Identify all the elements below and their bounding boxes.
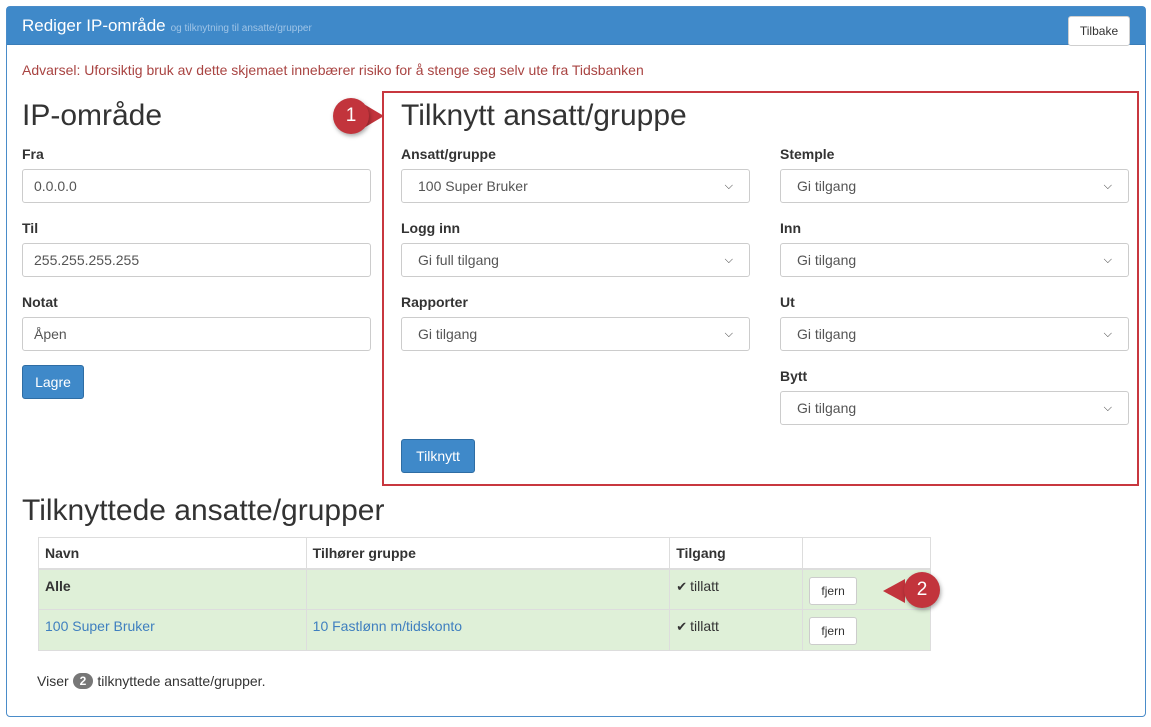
chevron-down-icon: ⌵ (724, 327, 733, 340)
chevron-down-icon: ⌵ (724, 179, 733, 192)
remove-button[interactable]: fjern (809, 576, 858, 605)
login-label: Logg inn (401, 220, 461, 236)
reports-select[interactable]: Gi tilgang ⌵ (401, 317, 750, 351)
assign-section-title: Tilknytt ansatt/gruppe (401, 99, 687, 132)
stamp-select[interactable]: Gi tilgang ⌵ (780, 169, 1129, 203)
chevron-down-icon: ⌵ (724, 253, 733, 266)
panel-header: Rediger IP-område og tilknytning til ansa… (7, 7, 1145, 46)
cell-group: 10 Fastlønn m/tidskonto (305, 609, 671, 651)
check-icon: ✔ (676, 619, 688, 634)
in-select-value: Gi tilgang (797, 252, 857, 268)
reports-select-value: Gi tilgang (418, 326, 478, 342)
stamp-label: Stemple (780, 146, 835, 162)
login-select-value: Gi full tilgang (418, 252, 499, 268)
to-label: Til (22, 220, 39, 236)
employee-link[interactable]: 100 Super Bruker (45, 618, 155, 634)
back-button[interactable]: Tilbake (1068, 16, 1130, 46)
remove-button[interactable]: fjern (809, 617, 858, 645)
cell-group (305, 568, 671, 610)
reports-label: Rapporter (401, 294, 468, 310)
column-header-action (802, 537, 931, 570)
callout-2-pointer (883, 579, 905, 603)
save-button[interactable]: Lagre (22, 365, 84, 399)
panel-title: Rediger IP-område og tilknytning til ansa… (22, 16, 312, 36)
footer-suffix: tilknyttede ansatte/grupper. (97, 673, 266, 689)
note-label: Notat (22, 294, 58, 310)
footer-prefix: Viser (37, 673, 69, 689)
check-icon: ✔ (676, 578, 688, 594)
assigned-section-title: Tilknyttede ansatte/grupper (22, 494, 385, 527)
group-link[interactable]: 10 Fastlønn m/tidskonto (313, 618, 462, 634)
cell-action: fjern (802, 609, 931, 651)
swap-label: Bytt (780, 368, 808, 384)
page-title: Rediger IP-område (22, 16, 166, 35)
stamp-select-value: Gi tilgang (797, 178, 857, 194)
table-header-row: Navn Tilhører gruppe Tilgang (38, 537, 931, 570)
chevron-down-icon: ⌵ (1103, 327, 1112, 340)
to-input[interactable]: 255.255.255.255 (22, 243, 371, 277)
access-text: tillatt (690, 618, 719, 634)
column-header-name: Navn (38, 537, 307, 570)
login-select[interactable]: Gi full tilgang ⌵ (401, 243, 750, 277)
table-row: Alle ✔ tillatt fjern (38, 568, 931, 610)
cell-access: ✔ tillatt (669, 609, 804, 651)
list-footer: Viser 2 tilknyttede ansatte/grupper. (37, 673, 265, 689)
chevron-down-icon: ⌵ (1103, 179, 1112, 192)
cell-name: 100 Super Bruker (38, 609, 307, 651)
from-input[interactable]: 0.0.0.0 (22, 169, 371, 203)
out-select[interactable]: Gi tilgang ⌵ (780, 317, 1129, 351)
employee-select[interactable]: 100 Super Bruker ⌵ (401, 169, 750, 203)
chevron-down-icon: ⌵ (1103, 253, 1112, 266)
callout-1: 1 (333, 98, 369, 134)
out-select-value: Gi tilgang (797, 326, 857, 342)
ip-section-title: IP-område (22, 99, 163, 132)
from-label: Fra (22, 146, 44, 162)
assign-button[interactable]: Tilknytt (401, 439, 475, 473)
callout-2: 2 (904, 572, 940, 608)
count-badge: 2 (72, 673, 94, 689)
employee-select-value: 100 Super Bruker (418, 178, 528, 194)
edit-ip-panel: Rediger IP-område og tilknytning til ansa… (6, 6, 1146, 717)
column-header-access: Tilgang (669, 537, 804, 570)
warning-text: Advarsel: Uforsiktig bruk av dette skjem… (22, 62, 644, 78)
swap-select-value: Gi tilgang (797, 400, 857, 416)
cell-name: Alle (38, 568, 307, 610)
in-label: Inn (780, 220, 801, 236)
swap-select[interactable]: Gi tilgang ⌵ (780, 391, 1129, 425)
table-row: 100 Super Bruker 10 Fastlønn m/tidskonto… (38, 609, 931, 651)
cell-access: ✔ tillatt (669, 568, 804, 610)
column-header-group: Tilhører gruppe (305, 537, 671, 570)
note-input[interactable]: Åpen (22, 317, 371, 351)
assigned-table: Navn Tilhører gruppe Tilgang Alle ✔ tilla… (38, 537, 931, 651)
employee-label: Ansatt/gruppe (401, 146, 496, 162)
chevron-down-icon: ⌵ (1103, 401, 1112, 414)
access-text: tillatt (690, 577, 719, 594)
in-select[interactable]: Gi tilgang ⌵ (780, 243, 1129, 277)
out-label: Ut (780, 294, 795, 310)
page-subtitle: og tilknytning til ansatte/grupper (170, 23, 312, 34)
